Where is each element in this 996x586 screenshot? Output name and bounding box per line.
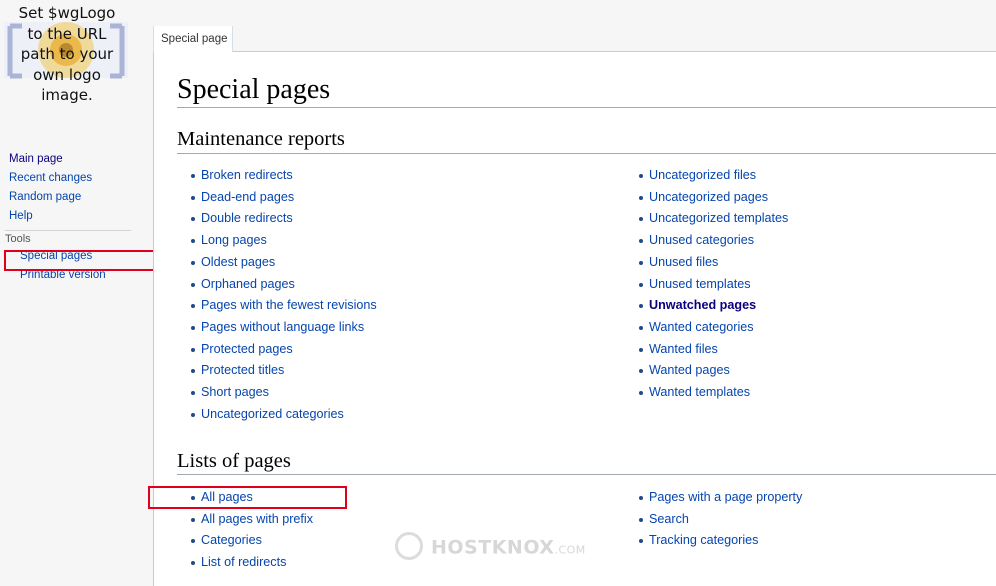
page-title: Special pages [177, 74, 331, 105]
section-title-maintenance: Maintenance reports [177, 128, 345, 150]
special-page-link-orphaned-pages[interactable]: Orphaned pages [189, 274, 377, 296]
special-page-link-long-pages[interactable]: Long pages [189, 230, 377, 252]
special-page-link-wanted-templates[interactable]: Wanted templates [637, 382, 788, 404]
section-rule-lists [177, 474, 996, 475]
special-page-link-unused-categories[interactable]: Unused categories [637, 230, 788, 252]
special-page-link-unwatched-pages[interactable]: Unwatched pages [637, 295, 788, 317]
special-page-link-pages-with-a-page-property[interactable]: Pages with a page property [637, 487, 802, 509]
hostknox-watermark: HOSTKNOX.COM [395, 532, 586, 562]
maintenance-list-right: Uncategorized files Uncategorized pages Un… [637, 165, 788, 404]
special-page-link-tracking-categories[interactable]: Tracking categories [637, 530, 802, 552]
site-logo[interactable]: Set $wgLogo to the URL path to your own … [0, 0, 150, 110]
sidebar-item-random-page[interactable]: Random page [0, 188, 152, 207]
special-page-link-oldest-pages[interactable]: Oldest pages [189, 252, 377, 274]
special-page-link-uncategorized-categories[interactable]: Uncategorized categories [189, 404, 377, 426]
tools-heading: Tools [5, 233, 31, 245]
title-rule [177, 107, 996, 108]
sidebar-item-recent-changes[interactable]: Recent changes [0, 169, 152, 188]
special-page-link-pages-with-the-fewest-revisions[interactable]: Pages with the fewest revisions [189, 295, 377, 317]
sidebar-divider [5, 230, 131, 231]
sidebar-item-special-pages[interactable]: Special pages [0, 247, 152, 266]
section-rule-maintenance [177, 153, 996, 154]
special-page-link-uncategorized-files[interactable]: Uncategorized files [637, 165, 788, 187]
special-page-link-double-redirects[interactable]: Double redirects [189, 208, 377, 230]
special-page-link-wanted-pages[interactable]: Wanted pages [637, 360, 788, 382]
logo-text: Set $wgLogo to the URL path to your own … [18, 4, 116, 104]
special-page-link-short-pages[interactable]: Short pages [189, 382, 377, 404]
special-page-link-list-of-redirects[interactable]: List of redirects [189, 552, 313, 574]
special-page-link-dead-end-pages[interactable]: Dead-end pages [189, 187, 377, 209]
special-page-link-search[interactable]: Search [637, 509, 802, 531]
watermark-brand: HOSTKNOX [431, 536, 555, 559]
section-title-lists: Lists of pages [177, 450, 291, 472]
maintenance-list-left: Broken redirects Dead-end pages Double red… [189, 165, 377, 425]
sidebar-item-main-page[interactable]: Main page [0, 150, 152, 169]
special-page-link-categories[interactable]: Categories [189, 530, 313, 552]
main-content: Special pages Maintenance reports Broken… [153, 52, 996, 586]
special-page-link-unused-templates[interactable]: Unused templates [637, 274, 788, 296]
special-page-link-protected-titles[interactable]: Protected titles [189, 360, 377, 382]
lists-list-right: Pages with a page property Search Tracking… [637, 487, 802, 552]
special-page-link-wanted-files[interactable]: Wanted files [637, 339, 788, 361]
tools-menu: Special pages Printable version [0, 247, 152, 285]
special-page-link-all-pages-with-prefix[interactable]: All pages with prefix [189, 509, 313, 531]
tab-special-page[interactable]: Special page [153, 26, 233, 52]
special-page-link-wanted-categories[interactable]: Wanted categories [637, 317, 788, 339]
special-page-link-uncategorized-pages[interactable]: Uncategorized pages [637, 187, 788, 209]
hostknox-logo-icon [395, 532, 423, 560]
special-page-link-unused-files[interactable]: Unused files [637, 252, 788, 274]
lists-list-left: All pages All pages with prefix Categories… [189, 487, 313, 574]
sidebar-item-printable-version[interactable]: Printable version [0, 266, 152, 285]
special-page-link-all-pages[interactable]: All pages [189, 487, 313, 509]
special-page-link-pages-without-language-links[interactable]: Pages without language links [189, 317, 377, 339]
special-page-link-protected-pages[interactable]: Protected pages [189, 339, 377, 361]
watermark-suffix: .COM [554, 543, 586, 557]
navigation-menu: Main page Recent changes Random page Hel… [0, 150, 152, 226]
special-page-link-broken-redirects[interactable]: Broken redirects [189, 165, 377, 187]
special-page-link-uncategorized-templates[interactable]: Uncategorized templates [637, 208, 788, 230]
sidebar-item-help[interactable]: Help [0, 207, 152, 226]
sidebar: Main page Recent changes Random page Hel… [0, 150, 152, 285]
